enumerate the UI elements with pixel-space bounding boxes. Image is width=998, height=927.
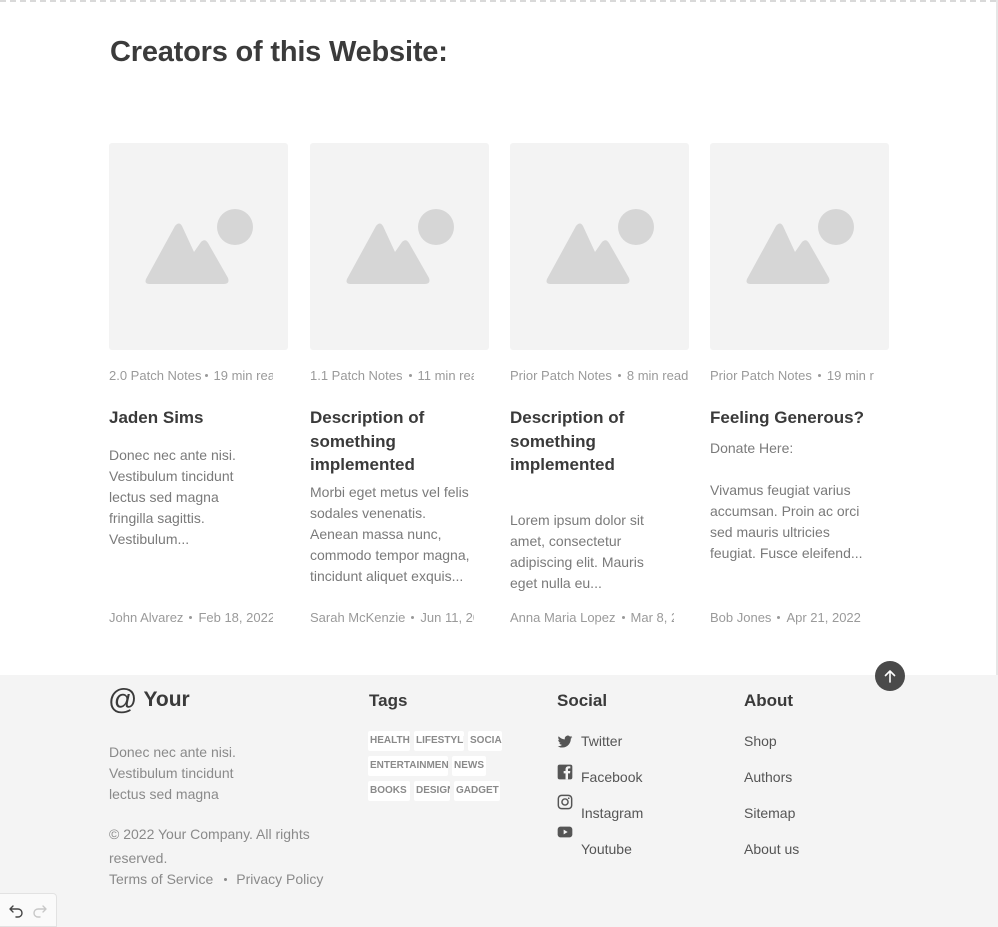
tag-books[interactable]: BOOKS	[368, 781, 410, 801]
card-title[interactable]: Feeling Generous?	[710, 406, 880, 430]
card-category[interactable]: 1.1 Patch Notes	[310, 368, 403, 383]
tag-lifestyle[interactable]: LIFESTYLE	[414, 731, 464, 751]
dot-separator	[204, 374, 208, 378]
card-date: Mar 8, 2022	[630, 610, 674, 625]
dot-separator	[777, 616, 781, 620]
undo-icon[interactable]	[8, 902, 24, 918]
redo-icon[interactable]	[32, 902, 48, 918]
instagram-icon	[557, 794, 573, 810]
tag-social[interactable]: SOCIAL	[468, 731, 502, 751]
about-link-authors[interactable]: Authors	[744, 769, 792, 785]
card-author[interactable]: John Alvarez	[109, 610, 183, 625]
creator-card[interactable]: 1.1 Patch Notes 11 min read Description o…	[310, 143, 490, 625]
tags-heading: Tags	[369, 691, 408, 710]
card-date: Jun 11, 2022	[420, 610, 474, 625]
facebook-label: Facebook	[581, 769, 643, 785]
card-category[interactable]: 2.0 Patch Notes	[109, 368, 202, 383]
twitter-label: Twitter	[581, 733, 623, 749]
image-placeholder-icon	[546, 209, 654, 284]
card-category[interactable]: Prior Patch Notes	[510, 368, 612, 383]
card-image-placeholder[interactable]	[510, 143, 689, 350]
card-footer: Anna Maria Lopez Mar 8, 2022	[510, 610, 674, 625]
brand-at-icon: @	[108, 684, 138, 716]
copyright-text: © 2022 Your Company. All rights reserved…	[109, 826, 310, 866]
card-title[interactable]: Description of something implemented	[310, 406, 460, 477]
card-excerpt: Donec nec ante nisi. Vestibulum tincidun…	[109, 447, 236, 547]
card-read-time: 19 min read	[213, 368, 274, 383]
card-image-placeholder[interactable]	[310, 143, 489, 350]
terms-link[interactable]: Terms of Service	[109, 871, 213, 887]
card-footer: John Alvarez Feb 18, 2022	[109, 610, 273, 625]
about-link-sitemap[interactable]: Sitemap	[744, 805, 795, 821]
creator-card[interactable]: 2.0 Patch Notes 19 min read Jaden Sims Do…	[109, 143, 289, 625]
about-link-about-us[interactable]: About us	[744, 841, 799, 857]
youtube-label: Youtube	[581, 841, 632, 857]
twitter-icon	[557, 735, 573, 748]
undo-redo-toolbar	[0, 893, 57, 927]
youtube-icon	[557, 826, 573, 838]
card-excerpt: Lorem ipsum dolor sit amet, consectetur …	[510, 512, 644, 591]
tag-entertainment[interactable]: ENTERTAINMENT	[368, 756, 448, 776]
card-meta: Prior Patch Notes 19 min read	[710, 368, 874, 383]
privacy-link[interactable]: Privacy Policy	[236, 871, 323, 887]
card-read-time: 19 min read	[826, 368, 874, 383]
card-read-time: 8 min read	[626, 368, 689, 383]
tag-cloud: HEALTH LIFESTYLE SOCIAL ENTERTAINMENT NE…	[368, 731, 518, 806]
about-heading: About	[744, 691, 794, 710]
dot-separator	[408, 374, 412, 378]
card-date: Apr 21, 2022	[786, 610, 861, 625]
card-footer: Bob Jones Apr 21, 2022	[710, 610, 874, 625]
image-placeholder-icon	[346, 209, 454, 284]
tag-gadget[interactable]: GADGET	[454, 781, 500, 801]
card-title[interactable]: Description of something implemented	[510, 406, 660, 477]
donate-label: Donate Here:	[710, 440, 794, 456]
card-author[interactable]: Anna Maria Lopez	[510, 610, 616, 625]
card-meta: 2.0 Patch Notes 19 min read	[109, 368, 273, 383]
card-meta: Prior Patch Notes 8 min read	[510, 368, 690, 383]
card-read-time: 11 min read	[417, 368, 475, 383]
social-heading: Social	[557, 691, 608, 710]
card-meta: 1.1 Patch Notes 11 min read	[310, 368, 474, 383]
card-title[interactable]: Jaden Sims	[109, 406, 259, 430]
arrow-up-icon	[884, 670, 896, 683]
dot-separator	[411, 616, 415, 620]
dot-separator	[617, 374, 621, 378]
scroll-to-top-button[interactable]	[875, 661, 905, 691]
dot-separator	[621, 616, 625, 620]
dot-separator	[817, 374, 821, 378]
creator-card[interactable]: Prior Patch Notes 19 min read Feeling Gen…	[710, 143, 890, 625]
creator-card[interactable]: Prior Patch Notes 8 min read Description …	[510, 143, 690, 625]
card-author[interactable]: Bob Jones	[710, 610, 771, 625]
card-date: Feb 18, 2022	[198, 610, 273, 625]
brand-name: Your	[143, 688, 190, 711]
section-title: Creators of this Website:	[110, 36, 448, 68]
card-excerpt: Vivamus feugiat varius accumsan. Proin a…	[710, 482, 863, 561]
instagram-label: Instagram	[581, 805, 644, 821]
footer-description: Donec nec ante nisi. Vestibulum tincidun…	[109, 744, 236, 802]
tag-news[interactable]: NEWS	[452, 756, 486, 776]
card-image-placeholder[interactable]	[109, 143, 288, 350]
card-footer: Sarah McKenzie Jun 11, 2022	[310, 610, 474, 625]
tag-health[interactable]: HEALTH	[368, 731, 410, 751]
footer-brand[interactable]: @ Your	[108, 685, 190, 715]
card-author[interactable]: Sarah McKenzie	[310, 610, 405, 625]
tag-design[interactable]: DESIGN	[414, 781, 450, 801]
facebook-icon	[557, 764, 573, 780]
image-placeholder-icon	[145, 209, 253, 284]
dot-separator	[189, 616, 193, 620]
dot-separator	[224, 877, 228, 881]
about-link-shop[interactable]: Shop	[744, 733, 777, 749]
card-image-placeholder[interactable]	[710, 143, 889, 350]
card-category[interactable]: Prior Patch Notes	[710, 368, 812, 383]
image-placeholder-icon	[746, 209, 854, 284]
top-dashed-border	[0, 0, 998, 2]
card-excerpt: Morbi eget metus vel felis sodales venen…	[310, 484, 470, 584]
site-footer: @ Your Donec nec ante nisi. Vestibulum t…	[0, 675, 998, 927]
legal-links: Terms of Service Privacy Policy	[109, 871, 323, 887]
